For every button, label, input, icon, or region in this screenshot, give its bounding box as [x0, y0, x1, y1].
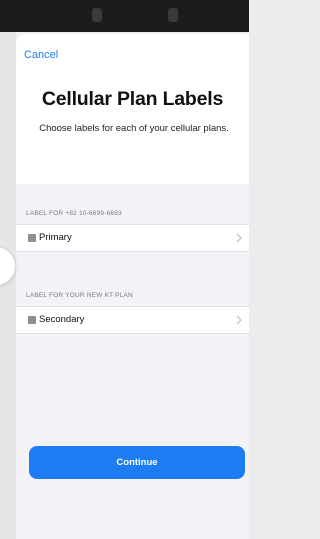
modal-sheet: Cancel Cellular Plan Labels Choose label… [16, 34, 249, 539]
page-title: Cellular Plan Labels [41, 88, 224, 110]
section-label-primary: LABEL FOR +82 10-6699-6693 [26, 210, 122, 217]
background-edge [0, 32, 16, 539]
chevron-right-icon [236, 233, 242, 243]
cancel-button[interactable]: Cancel [24, 49, 58, 61]
plan-label-row-secondary[interactable]: Secondary [16, 306, 249, 334]
continue-button[interactable]: Continue [29, 446, 245, 479]
page-subtitle: Choose labels for each of your cellular … [39, 123, 229, 134]
plan-label-text: Primary [39, 232, 72, 243]
plan-label-row-primary[interactable]: Primary [16, 224, 249, 252]
plan-label-text: Secondary [39, 314, 85, 325]
status-bar [0, 0, 249, 32]
chevron-right-icon [236, 315, 242, 325]
section-label-secondary: LABEL FOR YOUR NEW KT PLAN [26, 292, 133, 299]
sim-card-icon [28, 234, 36, 242]
status-icon [168, 8, 178, 22]
sim-card-icon [28, 316, 36, 324]
status-icon [92, 8, 102, 22]
screen: Cancel Cellular Plan Labels Choose label… [0, 0, 249, 539]
